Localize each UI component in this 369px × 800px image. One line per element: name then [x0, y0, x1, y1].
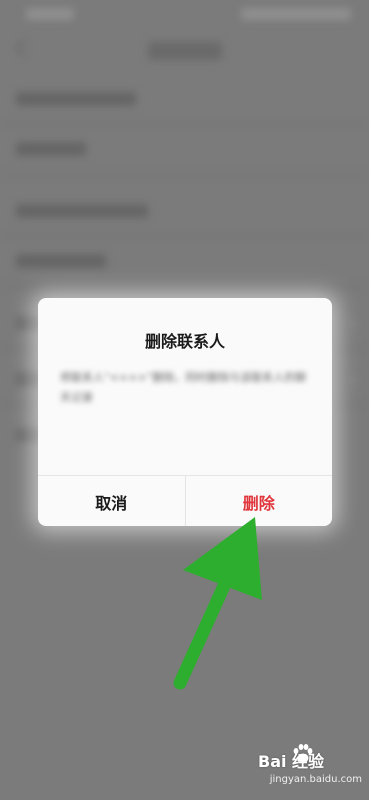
baidu-paw-icon — [293, 744, 313, 763]
watermark-url: jingyan.baidu.com — [269, 774, 362, 785]
green-arrow-icon — [173, 517, 262, 690]
baidu-watermark: Bai 经验 jingyan.baidu.com — [258, 744, 362, 792]
